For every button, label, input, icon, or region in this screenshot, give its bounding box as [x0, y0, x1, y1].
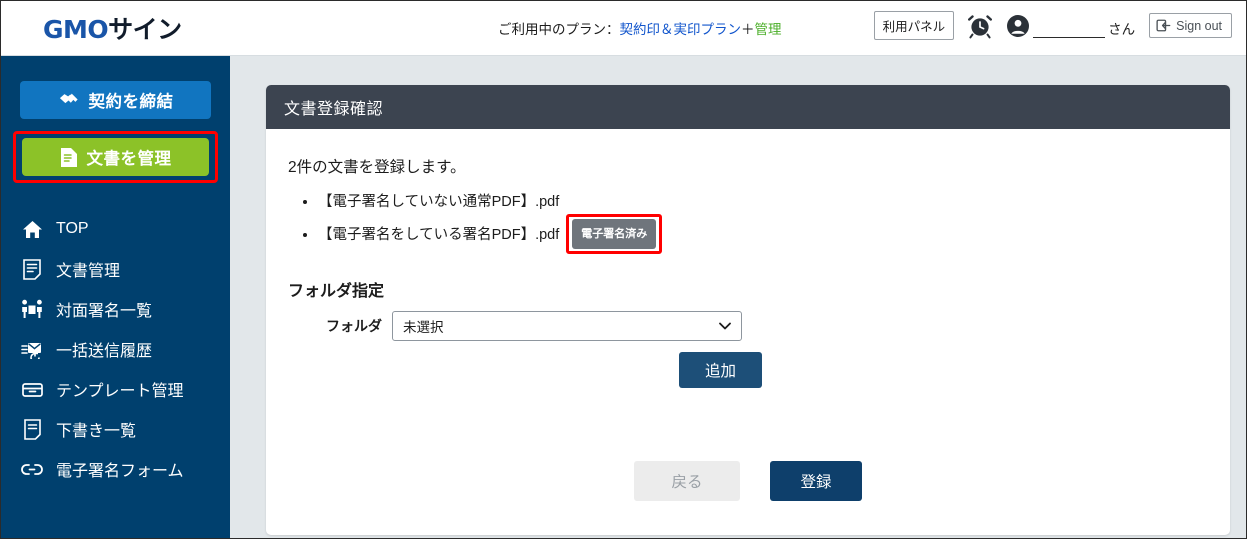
template-box-icon: [21, 378, 43, 400]
register-button[interactable]: 登録: [770, 461, 862, 501]
sidebar: 契約を締結 文書を管理 TOP 文書管理 対面署名一覧 一括送信履歴 テンプレー…: [1, 56, 230, 538]
usage-panel-button[interactable]: 利用パネル: [873, 11, 955, 40]
add-folder-row: 追加: [318, 352, 762, 388]
link-icon: [21, 458, 43, 480]
application-window: GMOサイン ご利用中のプラン：契約印＆実印プラン＋管理 利用パネル さん Si…: [0, 0, 1247, 539]
sidebar-item-top[interactable]: TOP: [1, 209, 230, 249]
sidebar-item-bulk-send-history-label: 一括送信履歴: [56, 343, 153, 360]
sidebar-item-top-label: TOP: [56, 220, 89, 237]
home-icon: [21, 218, 43, 240]
folder-label: フォルダ: [326, 318, 382, 334]
bulk-send-history-icon: [21, 338, 43, 360]
panel-body: 2件の文書を登録します。 【電子署名していない通常PDF】.pdf 【電子署名を…: [266, 129, 1230, 533]
user-identity[interactable]: さん: [1006, 14, 1135, 38]
panel-footer-actions: 戻る 登録: [266, 461, 1230, 501]
sidebar-item-document-management[interactable]: 文書管理: [1, 249, 230, 289]
folder-section-title: フォルダ指定: [288, 283, 385, 300]
current-plan-info: ご利用中のプラン：契約印＆実印プラン＋管理: [498, 18, 782, 38]
handshake-icon: [58, 90, 80, 110]
main-content: 文書登録確認 2件の文書を登録します。 【電子署名していない通常PDF】.pdf…: [230, 56, 1246, 538]
sign-out-icon: [1156, 18, 1171, 33]
sidebar-item-bulk-send-history[interactable]: 一括送信履歴: [1, 329, 230, 369]
sidebar-item-signature-form-label: 電子署名フォーム: [56, 463, 184, 480]
sidebar-item-drafts-label: 下書き一覧: [56, 423, 137, 440]
list-item: 【電子署名していない通常PDF】.pdf: [318, 191, 1206, 213]
sidebar-item-template-management[interactable]: テンプレート管理: [1, 369, 230, 409]
user-avatar-icon: [1006, 14, 1030, 38]
sidebar-nav: TOP 文書管理 対面署名一覧 一括送信履歴 テンプレート管理 下書き一覧 電子…: [1, 209, 230, 489]
signed-badge-highlight: 電子署名済み: [566, 214, 663, 254]
document-name: 【電子署名をしている署名PDF】.pdf: [318, 226, 560, 243]
sidebar-item-face-to-face-signing-label: 対面署名一覧: [56, 303, 153, 320]
sign-out-button[interactable]: Sign out: [1149, 13, 1232, 38]
gmo-sign-logo[interactable]: GMOサイン: [43, 10, 182, 46]
user-name-suffix: さん: [1108, 21, 1136, 37]
folder-select[interactable]: 未選択: [392, 311, 742, 341]
logo-text-sign: サイン: [108, 16, 182, 44]
sidebar-primary-conclude-contract-label: 契約を締結: [88, 93, 174, 111]
header-actions: 利用パネル さん Sign out: [873, 11, 1232, 40]
panel-title: 文書登録確認: [266, 85, 1230, 129]
draft-icon: [21, 418, 43, 440]
chevron-down-icon: [719, 322, 731, 330]
plan-plus-symbol: ＋: [741, 22, 755, 37]
back-button[interactable]: 戻る: [634, 461, 740, 501]
face-to-face-signing-icon: [21, 298, 43, 320]
document-list-icon: [21, 258, 43, 280]
list-item: 【電子署名をしている署名PDF】.pdf 電子署名済み: [318, 214, 1206, 255]
sidebar-item-signature-form[interactable]: 電子署名フォーム: [1, 449, 230, 489]
plan-prefix-label: ご利用中のプラン：: [498, 22, 620, 37]
sidebar-primary-manage-documents[interactable]: 文書を管理: [22, 138, 209, 176]
folder-form-row: フォルダ 未選択: [318, 311, 1206, 341]
document-registration-panel: 文書登録確認 2件の文書を登録します。 【電子署名していない通常PDF】.pdf…: [266, 85, 1230, 535]
folder-select-value: 未選択: [403, 320, 444, 335]
document-list: 【電子署名していない通常PDF】.pdf 【電子署名をしている署名PDF】.pd…: [292, 191, 1206, 255]
alarm-clock-icon[interactable]: [968, 13, 993, 39]
sidebar-item-drafts[interactable]: 下書き一覧: [1, 409, 230, 449]
sidebar-item-face-to-face-signing[interactable]: 対面署名一覧: [1, 289, 230, 329]
sign-out-label: Sign out: [1176, 18, 1222, 33]
sidebar-primary-manage-documents-label: 文書を管理: [86, 150, 172, 168]
status-badge: 電子署名済み: [572, 219, 657, 249]
manage-documents-highlight: 文書を管理: [13, 131, 218, 183]
sidebar-item-document-management-label: 文書管理: [56, 263, 121, 280]
add-button[interactable]: 追加: [678, 352, 762, 388]
logo-text-gmo: GMO: [43, 15, 109, 44]
user-name-masked: [1033, 22, 1106, 38]
plan-name-link[interactable]: 契約印＆実印プラン: [620, 22, 742, 37]
document-name: 【電子署名していない通常PDF】.pdf: [318, 194, 560, 210]
sidebar-item-template-management-label: テンプレート管理: [56, 383, 184, 400]
registration-summary-text: 2件の文書を登録します。: [288, 159, 466, 176]
app-header: GMOサイン ご利用中のプラン：契約印＆実印プラン＋管理 利用パネル さん Si…: [1, 1, 1246, 56]
sidebar-primary-conclude-contract[interactable]: 契約を締結: [20, 81, 211, 119]
plan-option-link[interactable]: 管理: [755, 22, 782, 37]
document-icon: [60, 147, 78, 168]
